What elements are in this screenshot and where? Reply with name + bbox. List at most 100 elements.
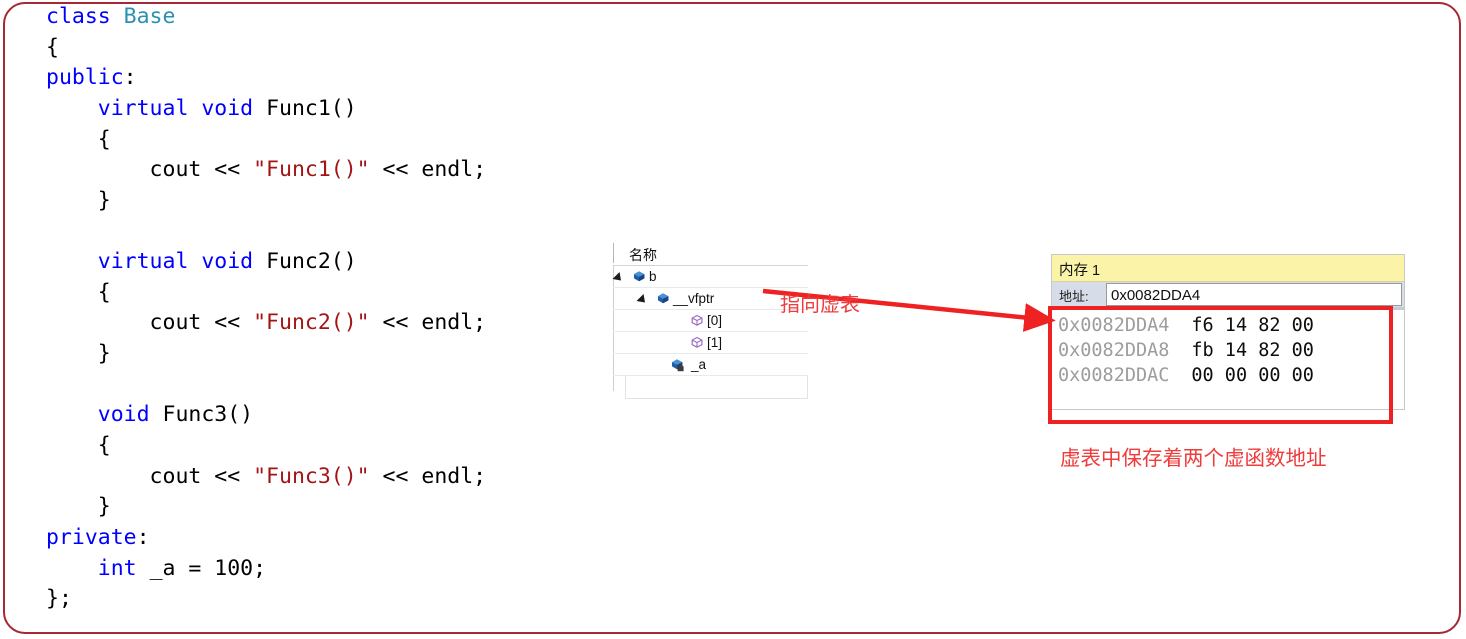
code-token: } [46,494,111,520]
code-token: _a = 100; [149,555,267,581]
code-token: cout << [46,310,254,336]
code-token: Base [123,4,176,29]
memory-window-titlebar[interactable]: 内存 1 [1052,255,1404,282]
column-splitter[interactable] [613,243,614,263]
annotation-vtable-holds-two-addresses: 虚表中保存着两个虚函数地址 [1060,447,1327,470]
memory-address-toolbar: 地址: [1052,282,1404,307]
code-line: virtual void Func1() [46,94,646,125]
memory-row-bytes: fb 14 82 00 [1191,340,1314,361]
expand-triangle-icon[interactable] [636,293,649,307]
purple-cube-icon [689,313,705,331]
code-token: : [123,65,137,91]
watch-row[interactable]: b [612,266,808,288]
code-token: : [136,524,150,550]
watch-row-list: b __vfptr [0] [1] _a [612,266,808,376]
watch-row-label: b [649,269,657,284]
code-line: { [46,33,646,64]
watch-row[interactable]: [0] [613,310,808,332]
watch-column-header-name: 名称 [629,247,657,263]
code-token: } [46,187,111,213]
watch-column-header: 名称 [613,241,808,266]
purple-cube-icon [689,335,705,353]
code-token: { [46,279,111,305]
code-line: int _a = 100; [46,554,646,585]
blue-cube-lock-icon [669,357,685,375]
watch-row-label: _a [691,357,707,372]
code-line: private: [46,523,646,554]
code-token: private [46,524,137,550]
watch-row[interactable]: _a [613,354,808,376]
memory-row[interactable]: 0x0082DDA8 fb 14 82 00 [1052,338,1404,363]
code-token: public [46,65,124,91]
code-line: { [46,125,646,156]
memory-dump-body[interactable]: 0x0082DDA4 f6 14 82 00 0x0082DDA8 fb 14 82 … [1052,307,1404,388]
code-line: } [46,186,646,217]
code-line: { [46,278,646,309]
memory-row-list: 0x0082DDA4 f6 14 82 00 0x0082DDA8 fb 14 82 … [1052,313,1404,388]
address-input[interactable] [1106,283,1402,306]
code-token: << endl; [369,310,487,336]
watch-row-label: __vfptr [673,291,715,306]
annotation-points-to-vtable: 指向虚表 [780,294,860,316]
code-token: }; [46,586,72,612]
watch-panel[interactable]: 名称 b __vfptr [0] [1] _a [612,241,808,399]
memory-row[interactable]: 0x0082DDAC 00 00 00 00 [1052,363,1404,388]
code-token: virtual void [97,95,267,121]
screenshot-root: class Base{public: virtual void Func1() … [0,0,1466,639]
code-line: class Base [46,2,646,33]
code-editor[interactable]: class Base{public: virtual void Func1() … [46,2,646,615]
code-line: void Func3() [46,400,646,431]
code-token: Func2() [266,249,357,275]
code-token: { [46,34,59,60]
code-line: }; [46,584,646,615]
code-token: Func1() [266,95,357,121]
code-token: "Func2()" [253,310,370,336]
memory-row-address: 0x0082DDA8 [1058,340,1170,361]
memory-body-divider [1052,307,1404,310]
code-token: int [97,555,150,581]
code-token: << endl; [369,463,487,489]
code-token: } [46,341,111,367]
memory-window[interactable]: 内存 1 地址: 0x0082DDA4f6 14 82 000x0082DDA8… [1051,254,1405,410]
code-token: class [46,4,124,29]
code-line: public: [46,63,646,94]
code-line: cout << "Func3()" << endl; [46,462,646,493]
code-token: virtual void [97,249,267,275]
memory-row-address: 0x0082DDA4 [1058,315,1170,336]
blue-cube-icon [655,291,671,309]
code-token: cout << [46,463,254,489]
blue-cube-icon [631,269,647,287]
code-line: virtual void Func2() [46,247,646,278]
watch-row[interactable]: [1] [613,332,808,354]
code-token: "Func1()" [253,157,370,183]
memory-row-bytes: f6 14 82 00 [1191,315,1314,336]
code-line: } [46,339,646,370]
code-line: } [46,492,646,523]
memory-row[interactable]: 0x0082DDA4 f6 14 82 00 [1052,313,1404,338]
address-label: 地址: [1059,289,1089,304]
code-token: "Func3()" [253,463,370,489]
watch-row-label: [1] [707,335,723,350]
watch-row-label: [0] [707,313,723,328]
code-token: cout << [46,157,254,183]
code-line: cout << "Func2()" << endl; [46,308,646,339]
code-token: Func3() [162,402,254,428]
expand-triangle-icon[interactable] [612,271,625,285]
memory-window-title: 内存 1 [1059,263,1101,279]
code-line: cout << "Func1()" << endl; [46,155,646,186]
code-token: { [46,432,111,458]
watch-empty-row[interactable] [625,376,808,399]
code-token: void [97,402,163,428]
code-token: << endl; [369,157,487,183]
watch-row[interactable]: __vfptr [613,288,808,310]
code-line: { [46,431,646,462]
memory-row-address: 0x0082DDAC [1058,365,1170,386]
code-token: { [46,126,111,152]
memory-row-bytes: 00 00 00 00 [1191,365,1314,386]
